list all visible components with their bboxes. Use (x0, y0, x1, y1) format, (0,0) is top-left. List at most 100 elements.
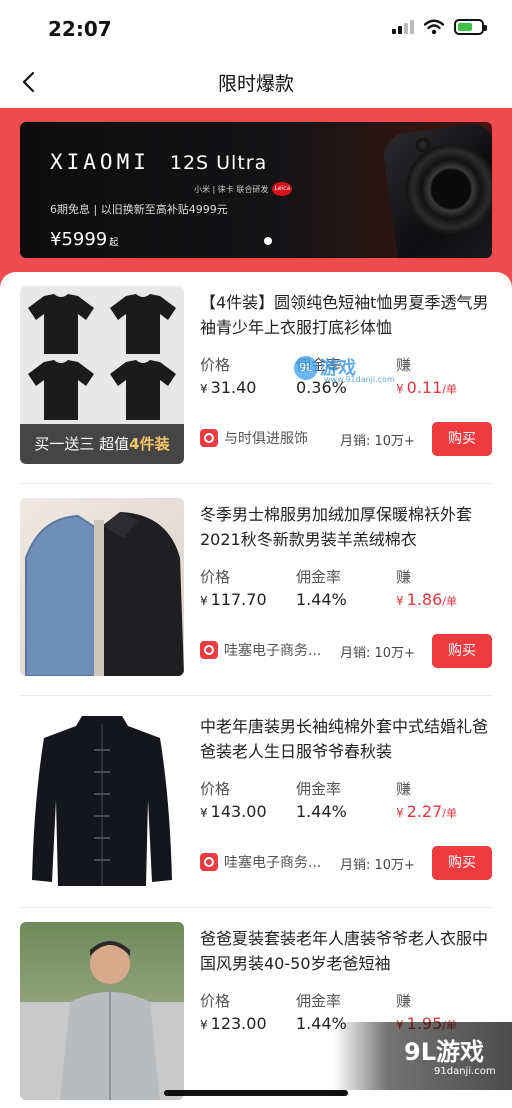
tshirt-image (28, 360, 94, 420)
product-image (20, 498, 184, 676)
price-label: 价格 (200, 992, 231, 1010)
page-title: 限时爆款 (217, 73, 294, 95)
shop-name: 与时俱进服饰 (224, 431, 308, 447)
commission-label: 佣金率 (296, 780, 342, 798)
cobrand-text: 小米 | 徕卡 联合研发 (194, 184, 269, 194)
product-title[interactable]: 冬季男士棉服男加绒加厚保暖棉袄外套2021秋冬新款男装羊羔绒棉衣 (200, 502, 496, 552)
tshirt-image (110, 294, 176, 354)
price-value: ¥31.40 (200, 378, 256, 397)
earn-label: 赚 (396, 356, 412, 374)
currency-symbol: ¥ (200, 594, 208, 608)
camera-flash-image (416, 138, 430, 152)
tshirt-image (110, 360, 176, 420)
earn-amount: 2.27 (406, 802, 443, 821)
earn-label: 赚 (396, 992, 412, 1010)
camera-lens-image (406, 144, 492, 234)
nav-bar: 限时爆款 (0, 56, 512, 108)
shop-icon (200, 641, 218, 659)
status-time: 22:07 (48, 17, 112, 41)
product-card[interactable]: 中老年唐装男长袖纯棉外套中式结婚礼爸爸装老人生日服爷爷春秋装 价格 佣金率 赚 … (0, 696, 512, 908)
currency-symbol: ¥ (200, 382, 208, 396)
product-list: 买一送三 超值4件装 【4件装】圆领纯色短袖t恤男夏季透气男袖青少年上衣服打底衫… (0, 272, 512, 1108)
monthly-sales: 月销: 10万+ (340, 858, 415, 873)
banner-cobrand: 小米 | 徕卡 联合研发 Leica (194, 182, 293, 196)
price-label: 价格 (200, 356, 231, 374)
screen: 22:07 限时爆款 XIAOMI 12S Ultra 小米 | 徕卡 联合研发… (0, 0, 512, 1108)
price-label: 价格 (200, 568, 231, 586)
currency-symbol: ¥ (396, 382, 404, 396)
buy-button[interactable]: 购买 (432, 634, 492, 668)
jacket-image (25, 512, 184, 676)
price-amount: 143.00 (210, 802, 267, 821)
watermark-badge: 9L (294, 356, 318, 380)
tshirt-image (28, 294, 94, 354)
buy-button[interactable]: 购买 (432, 846, 492, 880)
price-amount: 117.70 (210, 590, 267, 609)
shop-icon (200, 853, 218, 871)
person-image (60, 941, 160, 1100)
product-card[interactable]: 冬季男士棉服男加绒加厚保暖棉袄外套2021秋冬新款男装羊羔绒棉衣 价格 佣金率 … (0, 484, 512, 696)
banner-brand: XIAOMI 12S Ultra (50, 150, 267, 174)
shop-icon (200, 429, 218, 447)
banner-price: ¥5999 起 (50, 229, 118, 250)
promo-highlight: 4件装 (129, 435, 170, 453)
product-title[interactable]: 中老年唐装男长袖纯棉外套中式结婚礼爸爸装老人生日服爷爷春秋装 (200, 714, 496, 764)
battery-icon (454, 19, 487, 35)
banner-subtitle: 6期免息 | 以旧换新至高补贴4999元 (50, 203, 228, 216)
currency-symbol: ¥ (200, 806, 208, 820)
status-bar: 22:07 (0, 0, 512, 56)
per-unit: /单 (442, 383, 457, 396)
price-amount: 123.00 (210, 1014, 267, 1033)
price-value: ¥117.70 (200, 590, 267, 609)
buy-button[interactable]: 购买 (432, 422, 492, 456)
shop-name: 哇塞电子商务... (224, 643, 322, 659)
shop-name: 哇塞电子商务... (224, 855, 322, 871)
commission-value: 1.44% (296, 802, 347, 821)
banner-price-suffix: 起 (109, 238, 119, 248)
price-label: 价格 (200, 780, 231, 798)
currency-symbol: ¥ (396, 806, 404, 820)
monthly-sales: 月销: 10万+ (340, 646, 415, 661)
promo-text: 买一送三 超值 (34, 435, 130, 453)
status-icons (392, 19, 487, 35)
watermark-url: www.91danji.com (324, 375, 395, 384)
watermark-corner: 9L游戏 91danji.com (334, 1022, 512, 1090)
product-title[interactable]: 爸爸夏装套装老年人唐装爷爷老人衣服中国风男装40-50岁老爸短袖 (200, 926, 496, 976)
currency-symbol: ¥ (396, 594, 404, 608)
watermark-center: 9L 游戏 www.91danji.com (294, 354, 395, 388)
shop-info[interactable]: 哇塞电子商务... (200, 852, 321, 872)
earn-label: 赚 (396, 780, 412, 798)
shop-info[interactable]: 哇塞电子商务... (200, 640, 321, 660)
leica-logo: Leica (272, 182, 293, 196)
carousel-indicator[interactable] (264, 237, 272, 245)
product-card[interactable]: 买一送三 超值4件装 【4件装】圆领纯色短袖t恤男夏季透气男袖青少年上衣服打底衫… (0, 272, 512, 484)
shop-info[interactable]: 与时俱进服饰 (200, 428, 308, 448)
per-unit: /单 (442, 807, 457, 820)
earn-value: ¥1.86/单 (396, 590, 457, 609)
promo-strip: 买一送三 超值4件装 (20, 424, 184, 464)
home-indicator[interactable] (164, 1090, 348, 1096)
monthly-sales: 月销: 10万+ (340, 434, 415, 449)
per-unit: /单 (442, 595, 457, 608)
price-value: ¥123.00 (200, 1014, 267, 1033)
banner-price-value: ¥5999 (50, 229, 108, 250)
commission-value: 1.44% (296, 590, 347, 609)
watermark-corner-text: 9L游戏 (404, 1038, 484, 1066)
watermark-corner-url: 91danji.com (434, 1066, 496, 1077)
wifi-icon (424, 19, 444, 35)
tang-jacket-image (32, 716, 172, 886)
signal-icon (392, 20, 414, 34)
price-amount: 31.40 (210, 378, 257, 397)
earn-amount: 1.86 (406, 590, 443, 609)
product-title[interactable]: 【4件装】圆领纯色短袖t恤男夏季透气男袖青少年上衣服打底衫体恤 (200, 290, 496, 340)
product-image: 买一送三 超值4件装 (20, 286, 184, 464)
promo-banner[interactable]: XIAOMI 12S Ultra 小米 | 徕卡 联合研发 Leica 6期免息… (20, 122, 492, 258)
commission-label: 佣金率 (296, 992, 342, 1010)
brand-logo: XIAOMI (50, 150, 150, 174)
currency-symbol: ¥ (200, 1018, 208, 1032)
earn-label: 赚 (396, 568, 412, 586)
product-image (20, 922, 184, 1100)
banner-model: 12S Ultra (169, 152, 268, 174)
earn-value: ¥2.27/单 (396, 802, 457, 821)
price-value: ¥143.00 (200, 802, 267, 821)
